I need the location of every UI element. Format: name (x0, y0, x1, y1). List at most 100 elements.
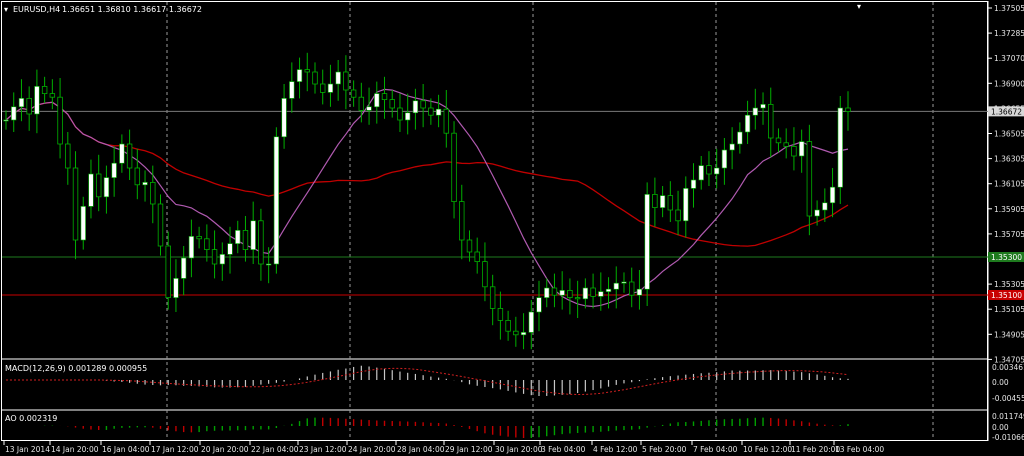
candle-bear (165, 245, 171, 298)
candle-bear (126, 143, 133, 169)
candle-bull (683, 188, 689, 222)
ao-header: AO 0.002319 (5, 414, 57, 423)
time-tick-label: 13 Jan 2014 (5, 445, 50, 454)
candle-bear (65, 143, 71, 169)
macd-axis: 0.003461 0.00 -0.00455 (992, 363, 1024, 403)
candle-bull (219, 254, 225, 265)
candle-bear (150, 181, 156, 205)
scroll-marker-icon[interactable]: ▾ (857, 2, 861, 11)
time-tick-label: 10 Feb 12:00 (743, 445, 792, 454)
candle-bull (88, 173, 94, 207)
candle-bull (544, 287, 550, 298)
price-tick-label: 1.37505 (994, 4, 1024, 13)
candle-bull (822, 202, 828, 211)
candle-bull (613, 282, 619, 290)
candle-bull (250, 220, 256, 250)
indicator-tick-label: 0.011749 (992, 412, 1024, 421)
candle-bull (559, 290, 565, 296)
indicator-tick-label: -0.01066 (992, 433, 1024, 442)
candle-bear (513, 330, 519, 336)
time-tick-label: 23 Jan 12:00 (299, 445, 347, 454)
candle-bull (142, 182, 148, 186)
candle-bull (528, 311, 534, 333)
candle-bear (258, 220, 264, 265)
candle-bear (196, 235, 202, 240)
candle-bear (26, 98, 32, 115)
candle-bear (783, 142, 789, 147)
time-axis: 13 Jan 2014 14 Jan 20:00 16 Jan 04:00 17 Ja… (3, 441, 884, 454)
candle-bull (296, 69, 303, 82)
candle-bull (405, 112, 411, 121)
candle-bull (273, 136, 279, 265)
indicator-tick-label: 0.003461 (992, 363, 1024, 372)
candle-bear (381, 93, 388, 100)
candle-bear (157, 203, 164, 247)
candle-bear (443, 108, 450, 134)
candle-bear (768, 104, 774, 139)
candle-bear (791, 145, 797, 157)
candle-bear (706, 165, 712, 175)
candle-bull (327, 83, 334, 93)
candle-bear (57, 96, 63, 145)
candle-bear (652, 193, 658, 208)
moving-average-fast (5, 88, 849, 308)
candle-bull (729, 143, 735, 151)
candle-bull (289, 81, 295, 99)
candle-bull (721, 149, 728, 169)
candle-bear (489, 286, 496, 309)
candle-bear (466, 239, 473, 253)
candle-bear (775, 137, 782, 144)
candle-bear (95, 173, 102, 198)
candle-bear (319, 83, 326, 93)
candle-bear (420, 100, 426, 109)
price-axis: 1.375051.372851.370701.369001.366551.365… (988, 4, 1024, 364)
candle-bull (621, 281, 627, 284)
triangle-marker-icon: ▾ (4, 5, 8, 14)
candle-bear (41, 86, 48, 95)
chart-frame (1, 1, 988, 441)
time-tick-label: 11 Feb 20:00 (791, 445, 840, 454)
time-tick-label: 29 Jan 12:00 (445, 445, 493, 454)
price-candles (3, 52, 851, 350)
price-tick-label: 1.35905 (994, 205, 1024, 214)
candle-bull (111, 162, 117, 178)
candle-bear (211, 249, 218, 265)
candle-bear (590, 287, 596, 297)
candle-bull (536, 297, 542, 313)
candle-bull (188, 236, 195, 259)
candle-bear (574, 297, 581, 300)
moving-average-slow (5, 101, 849, 247)
candle-bear (675, 209, 681, 222)
indicator-tick-label: 0.00 (992, 378, 1009, 387)
candle-bull (335, 71, 341, 85)
time-tick-label: 13 Feb 04:00 (835, 445, 884, 454)
candle-bear (667, 195, 674, 211)
candle-bull (605, 288, 612, 292)
price-tick-label: 1.37285 (994, 29, 1024, 38)
candle-bull (412, 100, 419, 114)
price-tick-label: 1.35305 (994, 280, 1024, 289)
candle-bear (49, 93, 56, 98)
candle-bull (281, 98, 287, 138)
candle-bear (459, 201, 465, 241)
time-tick-label: 28 Jan 04:00 (397, 445, 445, 454)
indicator-tick-label: 0.00 (992, 423, 1009, 432)
candle-bull (3, 119, 9, 122)
candle-bull (374, 93, 380, 108)
chart-canvas[interactable]: 1.375051.372851.370701.369001.366551.365… (0, 0, 1024, 456)
candle-bear (806, 141, 813, 217)
candle-bear (482, 261, 488, 288)
candle-bear (72, 167, 79, 241)
candle-bear (397, 107, 403, 121)
indicator-tick-label: -0.00455 (992, 394, 1024, 403)
candle-bull (799, 141, 805, 157)
resistance-level-badge: 1.35100 (991, 291, 1022, 300)
candle-bull (598, 291, 604, 297)
time-tick-label: 3 Feb 04:00 (541, 445, 586, 454)
candle-bull (227, 243, 233, 255)
candle-bear (312, 71, 318, 85)
candle-bull (760, 104, 766, 109)
candle-bull (582, 287, 588, 300)
time-tick-label: 5 Feb 20:00 (642, 445, 687, 454)
candle-bull (659, 195, 666, 208)
